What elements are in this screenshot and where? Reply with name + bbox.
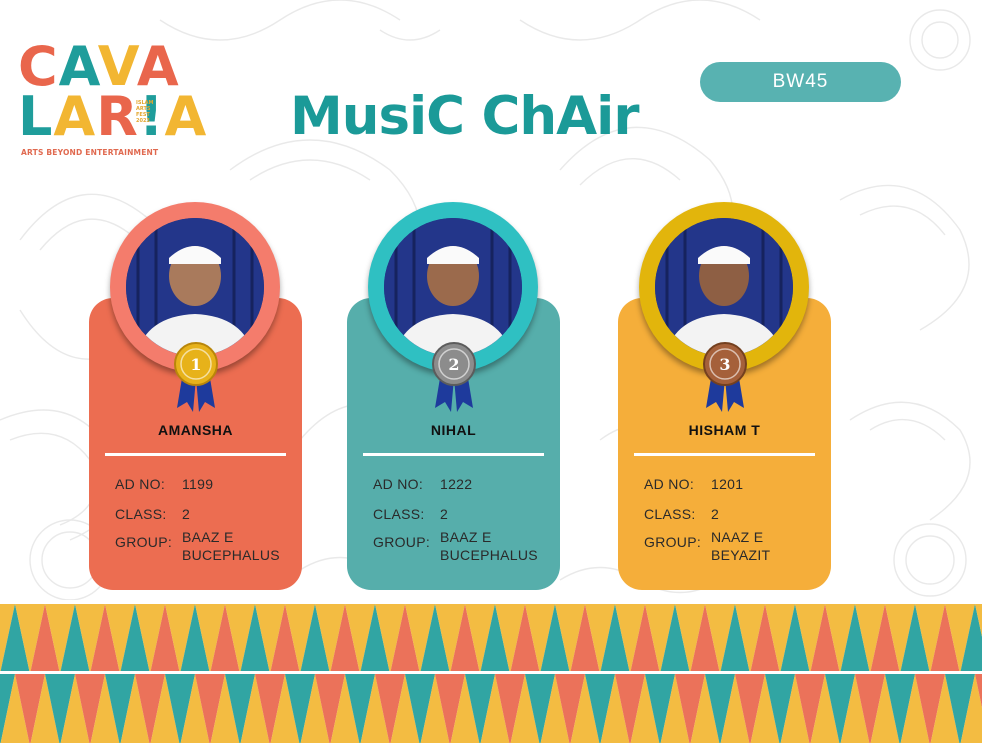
zigzag-separator	[0, 671, 982, 674]
student-portrait	[126, 218, 264, 356]
winner-name: HISHAM T	[688, 422, 761, 438]
svg-text:2: 2	[448, 355, 459, 374]
group-value-line-2: BEYAZIT	[711, 547, 771, 563]
logo-line-2: LAR!A	[18, 85, 208, 148]
zigzag-border-decoration	[0, 604, 982, 746]
ad-no-label: AD NO:	[644, 476, 695, 492]
class-label: CLASS:	[644, 506, 696, 522]
group-label: GROUP:	[115, 534, 173, 550]
ad-no-value: 1222	[440, 476, 473, 492]
svg-text:1: 1	[190, 355, 201, 374]
divider	[105, 453, 286, 456]
winner-photo	[126, 218, 264, 356]
class-label: CLASS:	[373, 506, 425, 522]
divider	[363, 453, 544, 456]
group-value-line-2: BUCEPHALUS	[440, 547, 538, 563]
svg-text:3: 3	[719, 355, 730, 374]
winner-name: AMANSHA	[157, 422, 234, 438]
group-value-line-1: BAAZ E	[182, 529, 234, 545]
winner-card-third: 3 HISHAM T AD NO: 1201 CLASS: 2 GROUP: N…	[618, 202, 831, 590]
student-portrait	[384, 218, 522, 356]
class-value: 2	[440, 506, 449, 522]
silver-medal-icon: 2	[432, 342, 476, 412]
logo-fest-text: ISLAM ARTS FEST 2023	[136, 100, 154, 124]
group-value-line-1: BAAZ E	[440, 529, 492, 545]
group-value-line-1: NAAZ E	[711, 529, 764, 545]
class-value: 2	[182, 506, 191, 522]
logo-tagline: ARTS BEYOND ENTERTAINMENT	[21, 148, 159, 157]
event-code-badge: BW45	[700, 62, 901, 102]
ad-no-value: 1199	[182, 476, 214, 492]
winner-name: NIHAL	[430, 422, 477, 438]
group-label: GROUP:	[644, 534, 702, 550]
class-label: CLASS:	[115, 506, 167, 522]
cavalaria-logo: CAVA LAR!A ISLAM ARTS FEST 2023 ARTS BEY…	[18, 40, 206, 164]
gold-medal-icon: 1	[174, 342, 218, 412]
winner-card-first: 1 AMANSHA AD NO: 1199 CLASS: 2 GROUP: BA…	[89, 202, 302, 590]
bronze-medal-icon: 3	[703, 342, 747, 412]
student-portrait	[655, 218, 793, 356]
winner-photo	[655, 218, 793, 356]
winner-photo	[384, 218, 522, 356]
group-value-line-2: BUCEPHALUS	[182, 547, 280, 563]
event-title: MusiC ChAir	[290, 86, 639, 147]
ad-no-value: 1201	[711, 476, 744, 492]
divider	[634, 453, 815, 456]
class-value: 2	[711, 506, 720, 522]
group-label: GROUP:	[373, 534, 431, 550]
ad-no-label: AD NO:	[115, 476, 166, 492]
winner-card-second: 2 NIHAL AD NO: 1222 CLASS: 2 GROUP: BAAZ…	[347, 202, 560, 590]
poster: CAVA LAR!A ISLAM ARTS FEST 2023 ARTS BEY…	[0, 0, 982, 746]
ad-no-label: AD NO:	[373, 476, 424, 492]
